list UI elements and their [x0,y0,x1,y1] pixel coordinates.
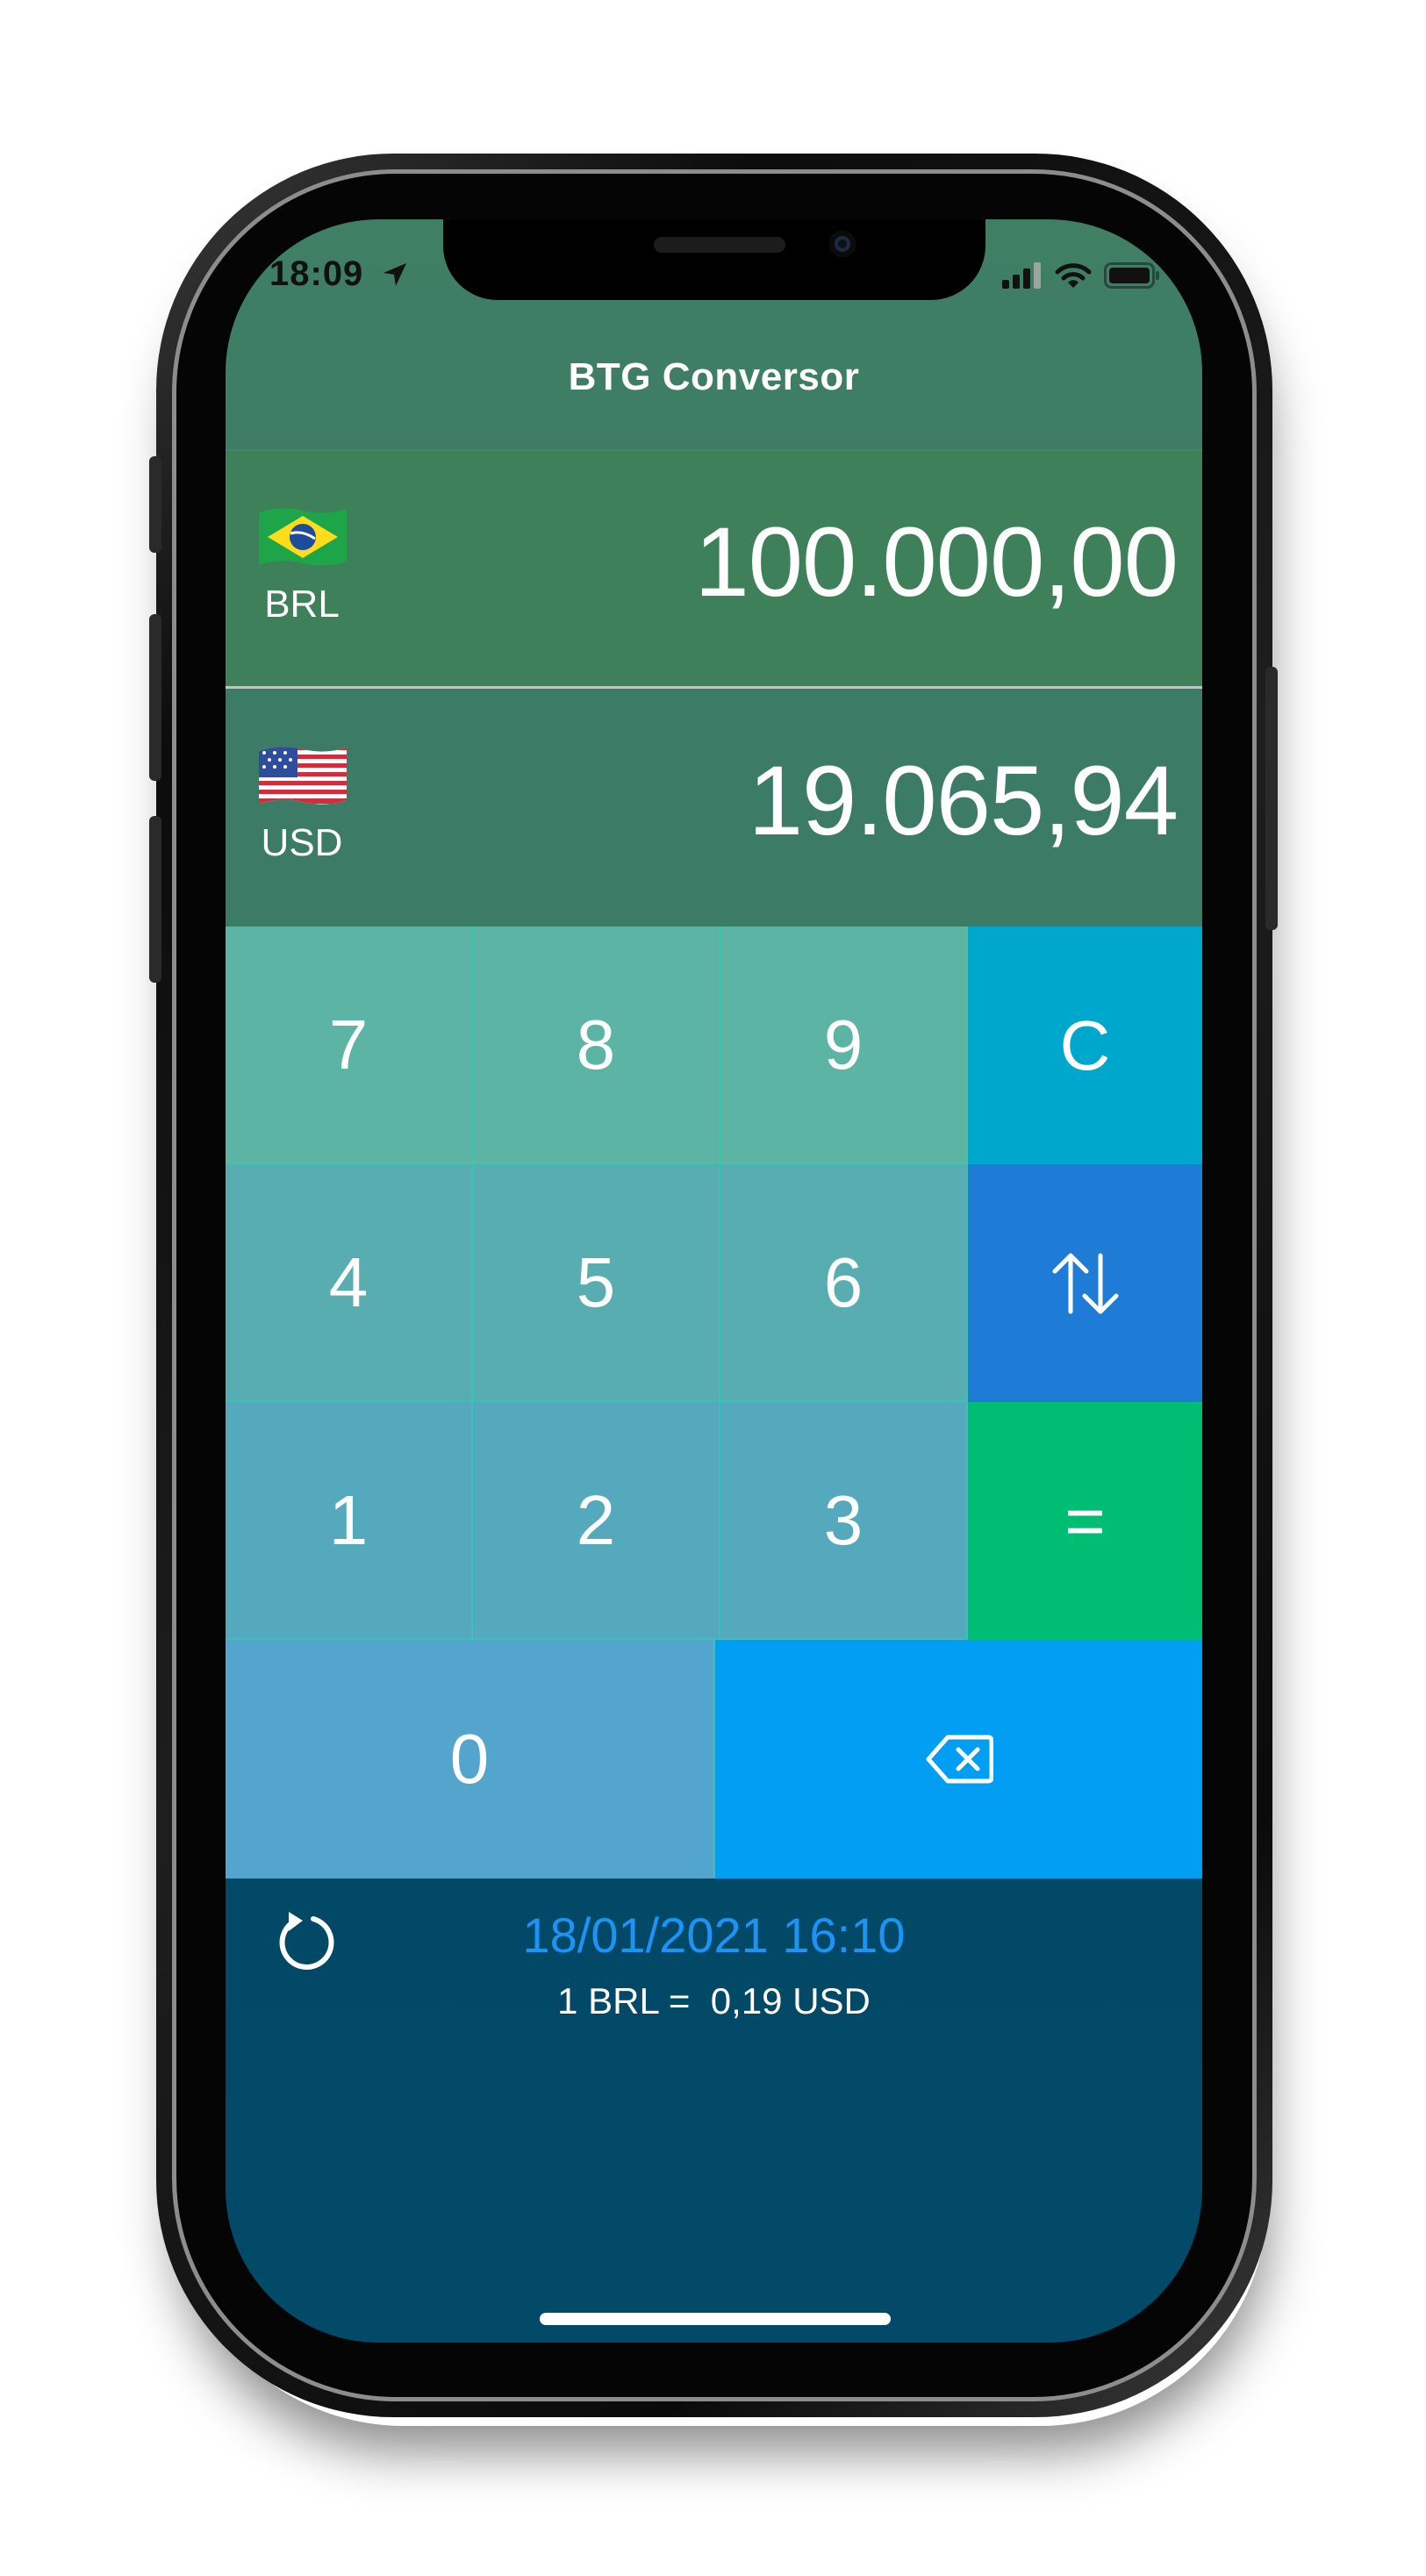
currency-code: BRL [264,583,340,626]
key-8[interactable]: 8 [473,927,720,1164]
front-camera [829,231,856,257]
backspace-button[interactable] [715,1640,1202,1878]
page-title: BTG Conversor [568,355,860,398]
currency-code: USD [261,821,343,864]
key-2[interactable]: 2 [473,1402,720,1640]
currency-row-brl[interactable]: BRL 100.000,00 [226,451,1202,688]
mute-switch [149,456,161,553]
location-arrow-icon [382,261,408,292]
row-divider [226,686,1202,689]
key-3[interactable]: 3 [720,1402,968,1640]
key-5[interactable]: 5 [473,1164,720,1402]
currency-row-usd[interactable]: USD 19.065,94 [226,690,1202,927]
usa-flag-icon [259,747,347,805]
key-9[interactable]: 9 [720,927,968,1164]
key-7[interactable]: 7 [226,927,473,1164]
equals-button[interactable]: = [968,1402,1202,1640]
rate-info-panel: 18/01/2021 16:10 1 BRL = 0,19 USD [226,1878,1202,2343]
last-updated-timestamp: 18/01/2021 16:10 [522,1907,906,1963]
keypad: 7 8 9 C 4 5 6 1 2 3 = 0 [226,927,1202,1878]
status-time: 18:09 [269,254,364,293]
power-button [1265,667,1278,930]
volume-down-button [149,816,161,983]
home-indicator[interactable] [540,2313,891,2325]
notch [443,219,985,300]
earpiece-speaker [654,237,785,253]
swap-button[interactable] [968,1164,1202,1402]
clear-button[interactable]: C [968,927,1202,1164]
swap-arrows-icon [1052,1253,1118,1313]
currency-amount: 19.065,94 [748,746,1179,855]
backspace-icon [926,1735,993,1784]
exchange-rate: 1 BRL = 0,19 USD [557,1980,871,2021]
wifi-icon [1055,261,1092,294]
status-indicators [1002,261,1160,294]
currency-amount: 100.000,00 [694,507,1179,617]
brazil-flag-icon [259,508,347,566]
cellular-signal-icon [1002,262,1043,293]
app-screen: 18:09 BTG Conversor BRL 100.000,00 USD 1… [226,219,1202,2343]
key-1[interactable]: 1 [226,1402,473,1640]
volume-up-button [149,614,161,781]
key-6[interactable]: 6 [720,1164,968,1402]
key-4[interactable]: 4 [226,1164,473,1402]
battery-icon [1104,262,1160,293]
key-0[interactable]: 0 [226,1640,715,1878]
